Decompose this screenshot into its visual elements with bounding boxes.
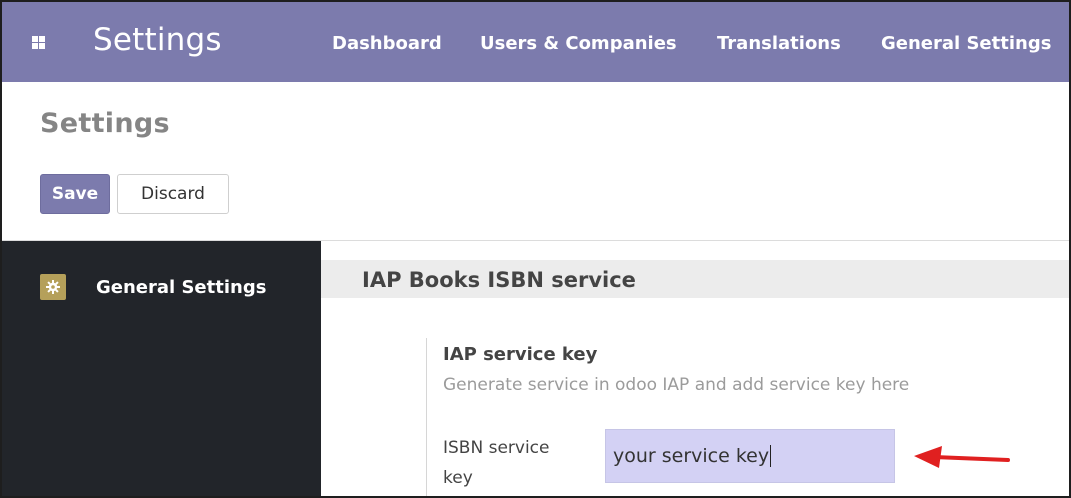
settings-sidebar: General Settings [2, 241, 321, 496]
save-button[interactable]: Save [40, 174, 110, 214]
text-caret [770, 445, 772, 467]
red-arrow-icon [914, 446, 1010, 468]
settings-window: Settings Dashboard Users & Companies Tra… [0, 0, 1071, 498]
section-header: IAP Books ISBN service [321, 260, 1069, 298]
isbn-service-key-label: ISBN service key [443, 438, 550, 488]
menu-item-general-settings[interactable]: General Settings [881, 33, 1051, 54]
discard-button[interactable]: Discard [117, 174, 229, 214]
sidebar-item-general-settings[interactable]: General Settings [40, 274, 266, 300]
app-title[interactable]: Settings [93, 22, 222, 58]
menu-item-translations[interactable]: Translations [717, 33, 841, 54]
breadcrumb: Settings [40, 108, 170, 139]
menu-item-dashboard[interactable]: Dashboard [332, 33, 442, 54]
setting-left-border [426, 338, 427, 496]
setting-title: IAP service key [443, 344, 598, 365]
gear-icon [40, 274, 66, 300]
isbn-service-key-value: your service key [613, 445, 770, 467]
isbn-service-key-input[interactable]: your service key [605, 429, 895, 483]
setting-help-text: Generate service in odoo IAP and add ser… [443, 375, 910, 395]
menu-item-users-companies[interactable]: Users & Companies [480, 33, 677, 54]
sidebar-item-label: General Settings [96, 276, 267, 298]
section-title: IAP Books ISBN service [362, 268, 636, 292]
top-navbar: Settings Dashboard Users & Companies Tra… [2, 2, 1069, 82]
grid-apps-icon[interactable] [32, 36, 45, 49]
